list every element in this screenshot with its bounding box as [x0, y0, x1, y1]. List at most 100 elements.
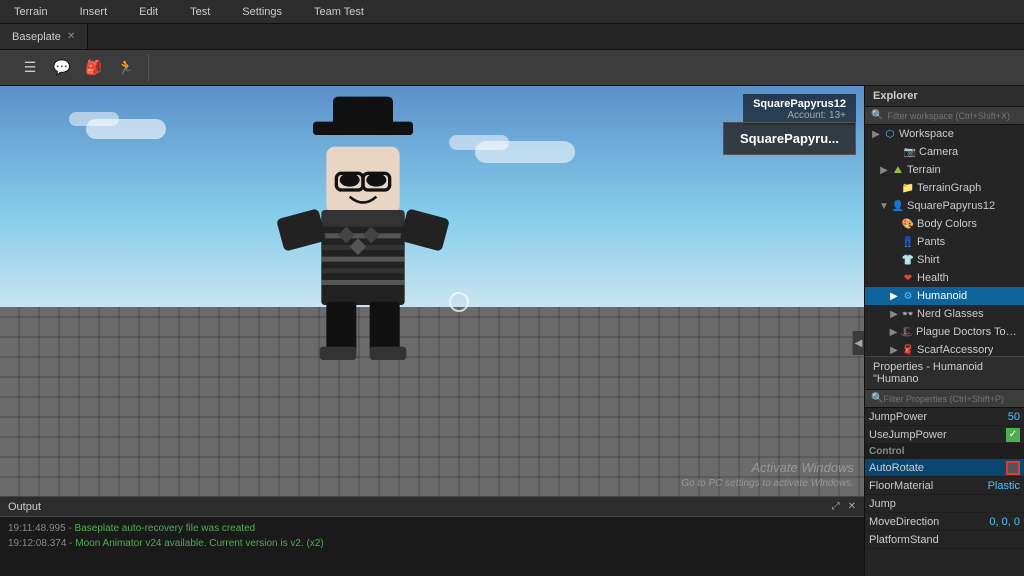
menu-insert[interactable]: Insert: [74, 4, 114, 20]
tree-arrow-plague: ▶: [889, 327, 898, 338]
tree-label-nerdglasses: Nerd Glasses: [917, 308, 984, 320]
character-icon: 👤: [891, 199, 905, 213]
prop-name-movedirection: MoveDirection: [869, 516, 980, 528]
tab-close-button[interactable]: ✕: [67, 31, 75, 42]
menu-settings[interactable]: Settings: [236, 4, 288, 20]
terraingraph-icon: 📁: [901, 181, 915, 195]
user-overlay: SquarePapyrus12 Account: 13+: [743, 94, 856, 125]
toolbar-player-btn[interactable]: 🏃: [112, 54, 140, 82]
tree-item-plague[interactable]: ▶ 🎩 Plague Doctors Top Hat: [865, 323, 1024, 341]
output-expand[interactable]: ⤢: [832, 501, 840, 512]
character-svg: [263, 95, 463, 365]
tab-label: Baseplate: [12, 31, 61, 43]
tree-item-camera[interactable]: 📷 Camera: [865, 143, 1024, 161]
target-circle: [449, 292, 469, 312]
output-text-2: - Moon Animator v24 available. Current v…: [69, 538, 324, 549]
explorer-tree: ▶ ⬡ Workspace 📷 Camera ▶ ⛰ Terrain 📁 Ter…: [865, 125, 1024, 356]
toolbar-chat-btn[interactable]: 💬: [48, 54, 76, 82]
prop-jumppower: JumpPower 50: [865, 408, 1024, 426]
bodycolors-icon: 🎨: [901, 217, 915, 231]
props-search-icon: 🔍: [871, 393, 883, 404]
explorer-header: Explorer: [865, 86, 1024, 107]
tabs-bar: Baseplate ✕: [0, 24, 1024, 50]
tree-label-player: SquarePapyrus12: [907, 200, 995, 212]
panel-expand-toggle[interactable]: ◀: [852, 331, 864, 355]
character-area: [263, 95, 463, 365]
tree-item-terraingraph[interactable]: 📁 TerrainGraph: [865, 179, 1024, 197]
prop-toggle-autorotate[interactable]: [1006, 461, 1020, 475]
filter-props-input[interactable]: [883, 394, 1018, 404]
tree-item-shirt[interactable]: 👕 Shirt: [865, 251, 1024, 269]
char-hat-top: [333, 97, 393, 130]
tab-baseplate[interactable]: Baseplate ✕: [0, 24, 88, 49]
tree-label-pants: Pants: [917, 236, 945, 248]
prop-name-floormaterial: FloorMaterial: [869, 480, 980, 492]
tree-item-health[interactable]: ❤ Health: [865, 269, 1024, 287]
prop-name-jumppower: JumpPower: [869, 411, 980, 423]
tree-label-workspace: Workspace: [899, 128, 954, 140]
tree-label-scarf: ScarfAccessory: [917, 344, 993, 356]
health-icon: ❤: [901, 271, 915, 285]
tree-arrow-terrain: ▶: [879, 165, 889, 176]
tree-label-humanoid: Humanoid: [917, 290, 967, 302]
prop-autorotate[interactable]: AutoRotate: [865, 459, 1024, 477]
workspace-icon: ⬡: [883, 127, 897, 141]
humanoid-icon: ⚙: [901, 289, 915, 303]
tree-arrow-humanoid: ▶: [889, 291, 899, 302]
tree-arrow-nerd: ▶: [889, 309, 899, 320]
camera-icon: 📷: [903, 145, 917, 159]
user-name: SquarePapyrus12: [753, 98, 846, 110]
tree-label-plague: Plague Doctors Top Hat: [916, 326, 1020, 338]
menu-test[interactable]: Test: [184, 4, 216, 20]
viewport[interactable]: SquarePapyrus12 Account: 13+ SquarePapyr…: [0, 86, 864, 576]
tree-item-scarf[interactable]: ▶ 🧣 ScarfAccessory: [865, 341, 1024, 356]
tree-arrow-player: ▼: [879, 201, 889, 212]
tree-item-workspace[interactable]: ▶ ⬡ Workspace: [865, 125, 1024, 143]
prop-name-autorotate: AutoRotate: [869, 462, 1006, 474]
prop-platformstand: PlatformStand: [865, 531, 1024, 549]
tree-label-terraingraph: TerrainGraph: [917, 182, 981, 194]
toolbar-group-main: ☰ 💬 🎒 🏃: [8, 54, 149, 82]
output-line-2: 19:12:08.374 - Moon Animator v24 availab…: [8, 536, 856, 551]
tree-item-terrain[interactable]: ▶ ⛰ Terrain: [865, 161, 1024, 179]
prop-section-control: Control: [865, 444, 1024, 459]
prop-movedirection: MoveDirection 0, 0, 0: [865, 513, 1024, 531]
char-right-arm: [399, 209, 449, 252]
output-timestamp-1: 19:11:48.995: [8, 523, 66, 534]
player-button[interactable]: SquarePapyru...: [723, 122, 856, 155]
pants-icon: 👖: [901, 235, 915, 249]
shirt-icon: 👕: [901, 253, 915, 267]
tree-label-bodycolors: Body Colors: [917, 218, 977, 230]
prop-check-usejumppower[interactable]: ✓: [1006, 428, 1020, 442]
tree-item-humanoid[interactable]: ▶ ⚙ Humanoid: [865, 287, 1024, 305]
user-account: Account: 13+: [787, 110, 846, 121]
filter-workspace-bar: 🔍: [865, 107, 1024, 125]
toolbar-backpack-btn[interactable]: 🎒: [80, 54, 108, 82]
tree-item-player[interactable]: ▼ 👤 SquarePapyrus12: [865, 197, 1024, 215]
tree-item-pants[interactable]: 👖 Pants: [865, 233, 1024, 251]
output-close[interactable]: ✕: [848, 501, 856, 512]
tree-label-camera: Camera: [919, 146, 958, 158]
menu-terrain[interactable]: Terrain: [8, 4, 54, 20]
filter-props-bar: 🔍: [865, 390, 1024, 408]
menu-edit[interactable]: Edit: [133, 4, 164, 20]
output-line-1: 19:11:48.995 - Baseplate auto-recovery f…: [8, 521, 856, 536]
output-panel: Output ⤢ ✕ 19:11:48.995 - Baseplate auto…: [0, 496, 864, 576]
prop-name-usejumppower: UseJumpPower: [869, 429, 1006, 441]
prop-usejumppower: UseJumpPower ✓: [865, 426, 1024, 444]
tree-item-bodycolors[interactable]: 🎨 Body Colors: [865, 215, 1024, 233]
char-right-leg: [370, 302, 400, 352]
output-content: 19:11:48.995 - Baseplate auto-recovery f…: [0, 517, 864, 555]
tree-item-nerdglasses[interactable]: ▶ 👓 Nerd Glasses: [865, 305, 1024, 323]
output-header: Output ⤢ ✕: [0, 497, 864, 517]
toolbar-menu-btn[interactable]: ☰: [16, 54, 44, 82]
menu-teamtest[interactable]: Team Test: [308, 4, 370, 20]
props-header: Properties - Humanoid "Humano: [865, 357, 1024, 390]
search-icon: 🔍: [871, 110, 883, 121]
filter-workspace-input[interactable]: [887, 111, 1018, 121]
prop-val-jumppower: 50: [980, 411, 1020, 423]
menu-bar: Terrain Insert Edit Test Settings Team T…: [0, 0, 1024, 24]
tree-arrow-scarf: ▶: [889, 345, 899, 356]
tree-label-health: Health: [917, 272, 949, 284]
prop-name-jump: Jump: [869, 498, 1020, 510]
